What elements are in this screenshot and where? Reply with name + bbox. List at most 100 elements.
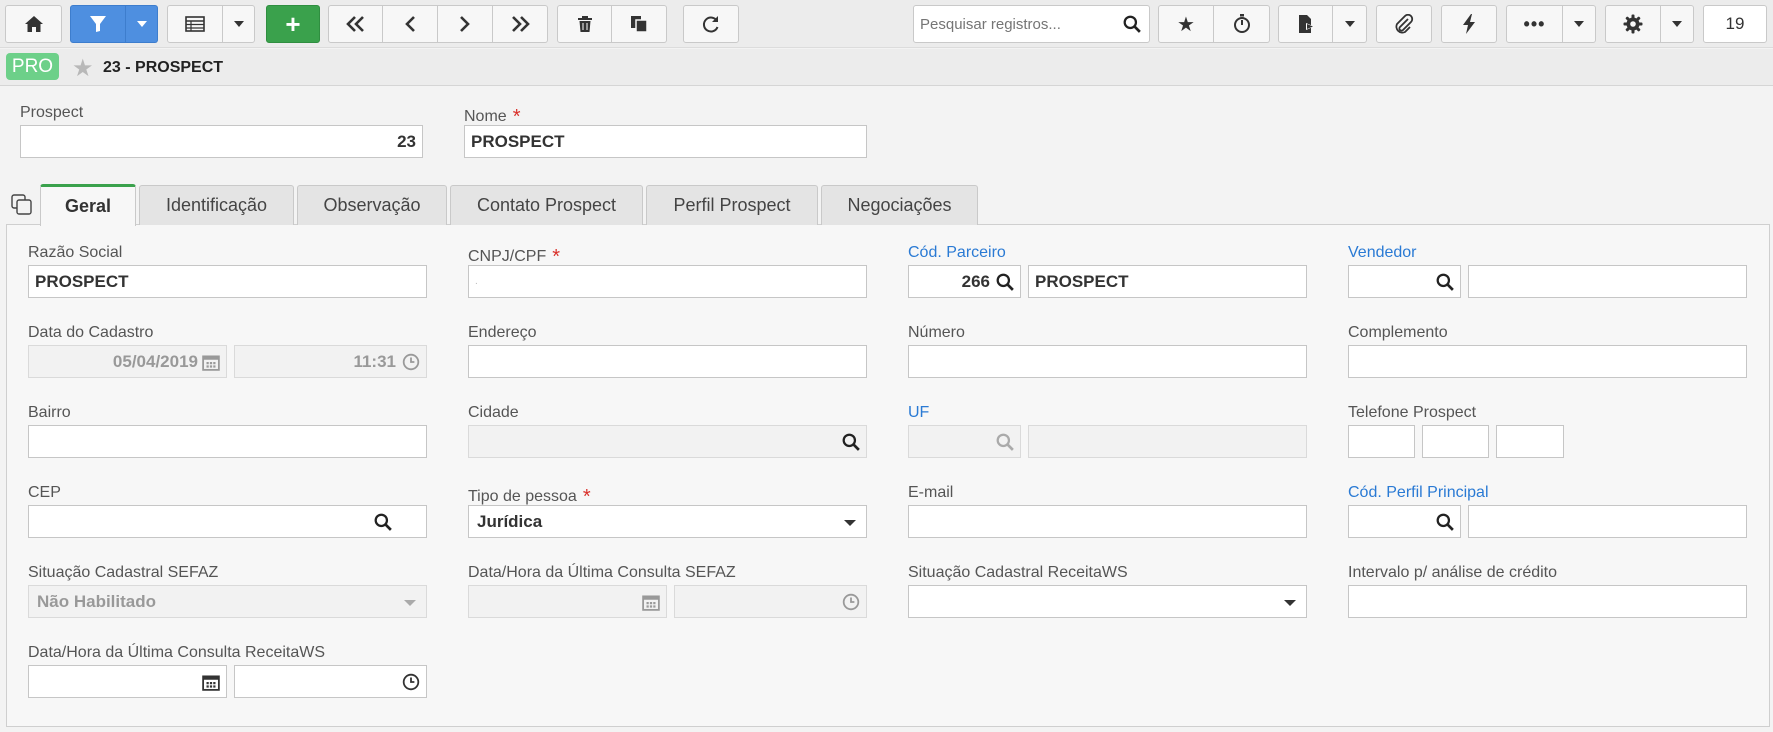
nome-field[interactable]: PROSPECT xyxy=(464,125,867,158)
copy-icon xyxy=(631,16,648,33)
telefone-numero-field[interactable] xyxy=(1496,425,1564,458)
intervalo-field[interactable] xyxy=(1348,585,1747,618)
data-cadastro-time-field[interactable]: 11:31 xyxy=(234,345,427,378)
uf-name-field[interactable] xyxy=(1028,425,1307,458)
cod-perfil-name-field[interactable] xyxy=(1468,505,1747,538)
cidade-field[interactable] xyxy=(468,425,867,458)
data-cadastro-date: 05/04/2019 xyxy=(112,351,198,371)
last-icon xyxy=(512,16,530,32)
endereco-field[interactable] xyxy=(468,345,867,378)
intervalo-label: Intervalo p/ análise de crédito xyxy=(1348,564,1558,581)
record-count[interactable]: 19 xyxy=(1703,5,1767,43)
cep-field[interactable] xyxy=(28,505,427,538)
actions-button[interactable] xyxy=(1441,5,1497,43)
clock-icon[interactable] xyxy=(842,593,860,611)
export-dropdown-button[interactable] xyxy=(1333,5,1367,43)
grid-icon xyxy=(185,16,205,32)
tab-observacao[interactable]: Observação xyxy=(297,185,447,225)
tipo-pessoa-select[interactable]: Jurídica xyxy=(468,505,867,538)
settings-dropdown-button[interactable] xyxy=(1661,5,1694,43)
consulta-receita-date-field[interactable] xyxy=(28,665,227,698)
cidade-label: Cidade xyxy=(468,404,519,421)
previous-record-button[interactable] xyxy=(383,5,438,43)
cod-parceiro-name-field[interactable]: PROSPECT xyxy=(1028,265,1307,298)
chevron-down-icon xyxy=(1574,21,1584,27)
consulta-sefaz-time-field[interactable] xyxy=(674,585,867,618)
cod-perfil-code-field[interactable] xyxy=(1348,505,1461,538)
attachment-button[interactable] xyxy=(1376,5,1432,43)
search-input[interactable] xyxy=(914,6,1114,42)
calendar-icon[interactable] xyxy=(202,353,220,371)
clock-icon[interactable] xyxy=(402,673,420,691)
search-icon[interactable] xyxy=(374,513,392,531)
numero-field[interactable] xyxy=(908,345,1307,378)
duplicate-button[interactable] xyxy=(612,5,667,43)
last-record-button[interactable] xyxy=(493,5,548,43)
filter-dropdown-button[interactable] xyxy=(126,5,158,43)
razao-social-field[interactable]: PROSPECT xyxy=(28,265,427,298)
home-button[interactable] xyxy=(5,5,62,43)
complemento-field[interactable] xyxy=(1348,345,1747,378)
refresh-button[interactable] xyxy=(683,5,739,43)
search-icon[interactable] xyxy=(842,433,860,451)
situacao-receita-select[interactable] xyxy=(908,585,1307,618)
search-icon[interactable] xyxy=(1436,513,1454,531)
settings-button[interactable] xyxy=(1605,5,1661,43)
grid-dropdown-button[interactable] xyxy=(223,5,255,43)
favorite-button[interactable]: ★ xyxy=(1158,5,1214,43)
search-box[interactable] xyxy=(913,5,1150,43)
calendar-icon[interactable] xyxy=(642,593,660,611)
cod-parceiro-label[interactable]: Cód. Parceiro xyxy=(908,244,1006,262)
first-record-button[interactable] xyxy=(328,5,383,43)
filter-button[interactable] xyxy=(70,5,126,43)
timer-button[interactable] xyxy=(1214,5,1270,43)
prospect-field[interactable]: 23 xyxy=(20,125,423,158)
tab-identificacao[interactable]: Identificação xyxy=(139,185,294,225)
tab-perfil-prospect[interactable]: Perfil Prospect xyxy=(646,185,818,225)
toolbar: + ★ ••• 19 xyxy=(0,0,1773,48)
cod-parceiro-code: 266 xyxy=(961,271,990,291)
export-button[interactable] xyxy=(1278,5,1333,43)
add-button[interactable]: + xyxy=(266,5,320,43)
consulta-receita-label: Data/Hora da Última Consulta ReceitaWS xyxy=(28,644,326,661)
situacao-sefaz-select[interactable]: Não Habilitado xyxy=(28,585,427,618)
bairro-field[interactable] xyxy=(28,425,427,458)
data-cadastro-date-field[interactable]: 05/04/2019 xyxy=(28,345,227,378)
calendar-icon[interactable] xyxy=(202,673,220,691)
vendedor-name-field[interactable] xyxy=(1468,265,1747,298)
search-icon[interactable] xyxy=(1123,15,1141,33)
more-button[interactable]: ••• xyxy=(1506,5,1563,43)
next-record-button[interactable] xyxy=(438,5,493,43)
copy-icon[interactable] xyxy=(11,194,33,216)
favorite-star-icon[interactable]: ★ xyxy=(72,54,94,83)
cod-perfil-label[interactable]: Cód. Perfil Principal xyxy=(1348,484,1489,502)
email-field[interactable] xyxy=(908,505,1307,538)
uf-code-field[interactable] xyxy=(908,425,1021,458)
consulta-sefaz-date-field[interactable] xyxy=(468,585,667,618)
clock-icon[interactable] xyxy=(402,353,420,371)
telefone-ddi-field[interactable] xyxy=(1348,425,1415,458)
star-icon: ★ xyxy=(1177,13,1195,36)
tab-geral[interactable]: Geral xyxy=(40,184,136,226)
tab-negociacoes[interactable]: Negociações xyxy=(821,185,978,225)
grid-view-button[interactable] xyxy=(167,5,223,43)
telefone-ddd-field[interactable] xyxy=(1422,425,1489,458)
search-icon[interactable] xyxy=(996,273,1014,291)
uf-label[interactable]: UF xyxy=(908,404,929,422)
search-icon[interactable] xyxy=(1436,273,1454,291)
vendedor-label[interactable]: Vendedor xyxy=(1348,244,1417,262)
tipo-pessoa-label: Tipo de pessoa * xyxy=(468,486,591,508)
cod-parceiro-code-field[interactable]: 266 xyxy=(908,265,1021,298)
delete-button[interactable] xyxy=(557,5,612,43)
cnpj-field[interactable]: . xyxy=(468,265,867,298)
tab-contato-prospect[interactable]: Contato Prospect xyxy=(450,185,643,225)
search-icon[interactable] xyxy=(996,433,1014,451)
razao-social-label: Razão Social xyxy=(28,244,123,261)
consulta-receita-time-field[interactable] xyxy=(234,665,427,698)
telefone-label: Telefone Prospect xyxy=(1348,404,1477,421)
export-icon xyxy=(1298,15,1314,33)
cnpj-label: CNPJ/CPF * xyxy=(468,246,561,268)
title-bar: PRO ★ 23 - PROSPECT xyxy=(0,49,1773,86)
vendedor-code-field[interactable] xyxy=(1348,265,1461,298)
more-dropdown-button[interactable] xyxy=(1563,5,1596,43)
